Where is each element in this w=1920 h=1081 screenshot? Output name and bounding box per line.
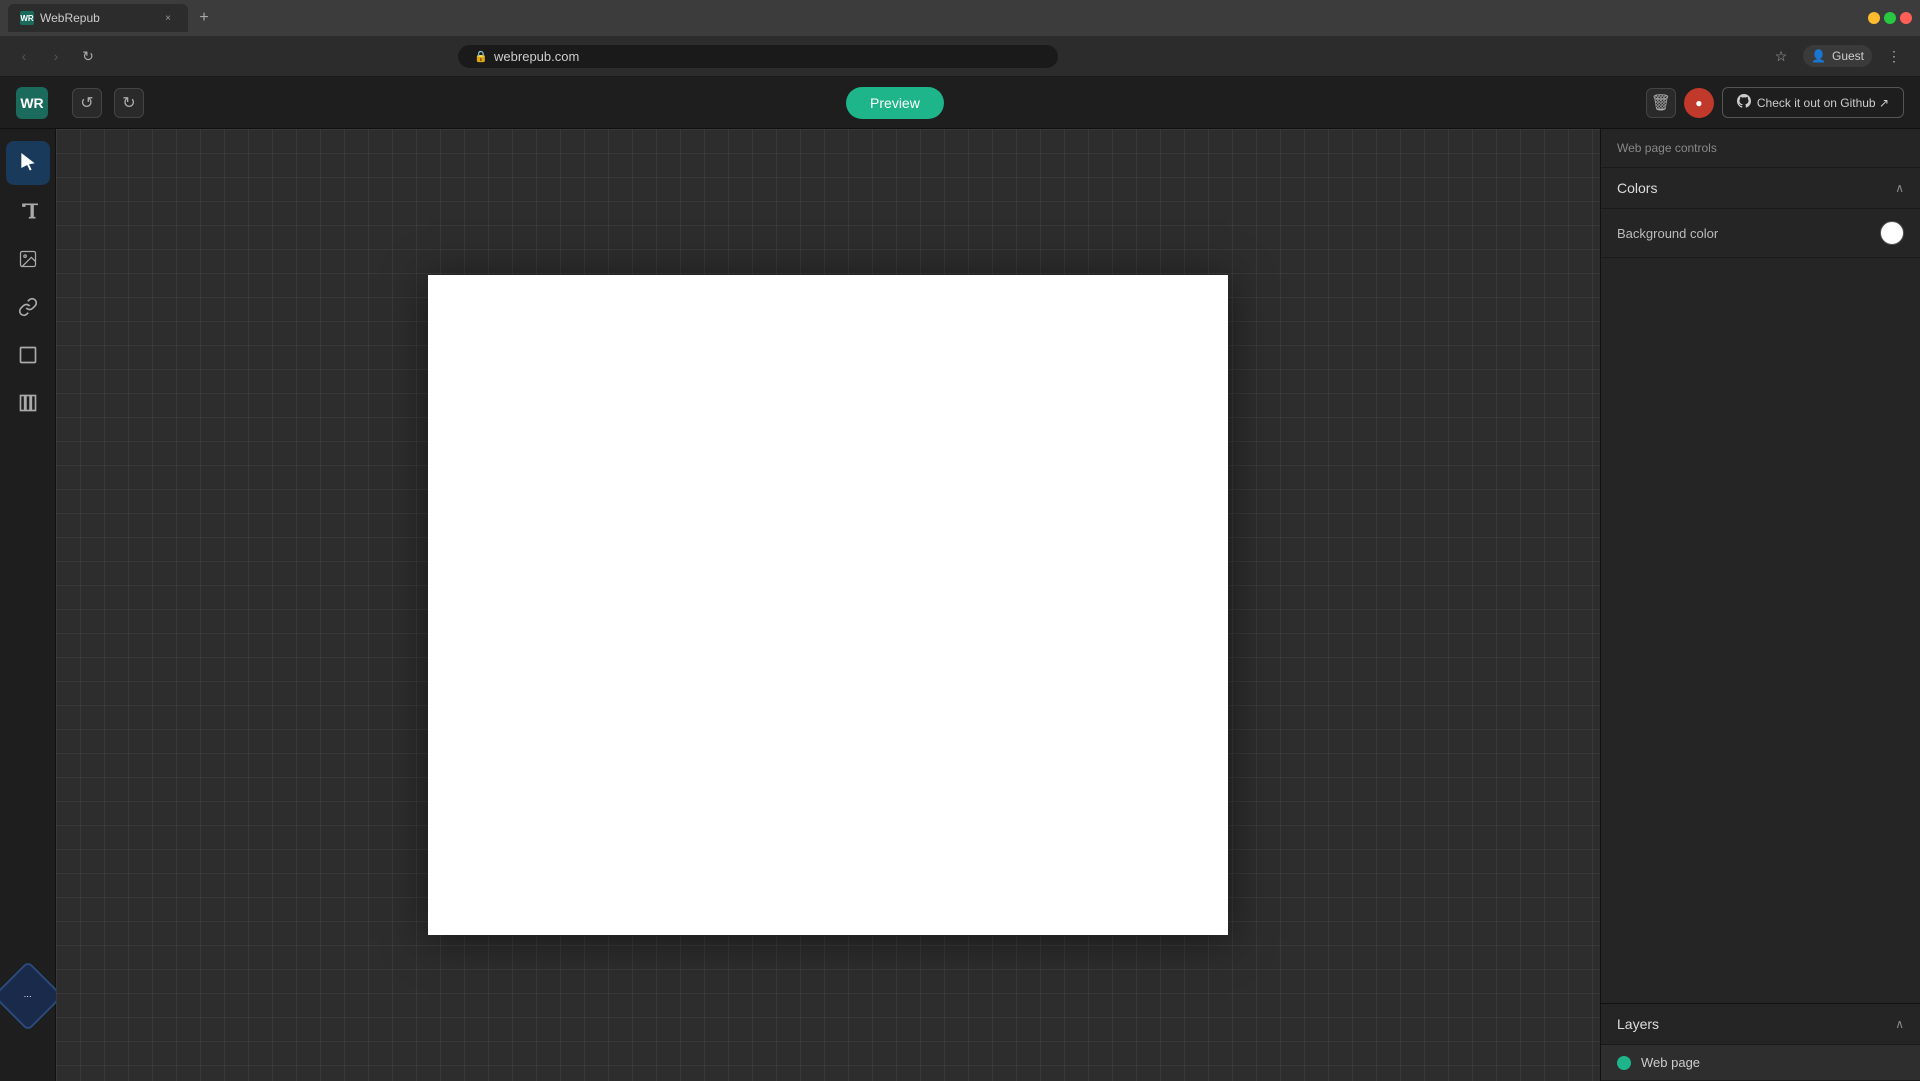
new-tab-button[interactable]: + <box>190 4 218 32</box>
background-color-label: Background color <box>1617 226 1718 241</box>
redo-button[interactable]: ↻ <box>114 88 144 118</box>
floating-tool-icon: ⋯ <box>24 992 32 1001</box>
layers-collapse-button[interactable]: ∧ <box>1895 1017 1904 1031</box>
web-page-controls-label: Web page controls <box>1617 141 1717 155</box>
web-page-controls-section: Web page controls <box>1601 129 1920 168</box>
grid-icon <box>18 393 38 413</box>
github-icon <box>1737 94 1751 111</box>
nav-refresh-button[interactable]: ↻ <box>76 44 100 68</box>
settings-button[interactable]: ● <box>1684 88 1714 118</box>
tool-text[interactable] <box>6 189 50 233</box>
tool-link[interactable] <box>6 285 50 329</box>
floating-tool-button[interactable]: ⋯ <box>0 961 63 1032</box>
colors-title: Colors <box>1617 180 1657 196</box>
toolbar-right: 🗑 ● Check it out on Github ↗ <box>1646 87 1904 118</box>
browser-tab-active[interactable]: WR WebRepub × <box>8 4 188 32</box>
cursor-icon <box>18 153 38 173</box>
layer-item-webpage[interactable]: Web page <box>1601 1045 1920 1081</box>
browser-menu-button[interactable]: ⋮ <box>1880 42 1908 70</box>
image-icon <box>18 249 38 269</box>
background-color-row: Background color <box>1601 209 1920 258</box>
tab-close-button[interactable]: × <box>160 10 176 26</box>
browser-titlebar: WR WebRepub × + <box>0 0 1920 36</box>
layer-visibility-icon <box>1617 1056 1631 1070</box>
bookmarks-button[interactable]: ☆ <box>1767 42 1795 70</box>
rect-icon <box>18 345 38 365</box>
address-bar-text: webrepub.com <box>494 49 579 64</box>
github-label: Check it out on Github ↗ <box>1757 96 1889 110</box>
profile-icon: 👤 <box>1811 49 1826 63</box>
left-toolbar: ⋯ <box>0 129 56 1081</box>
app-container: WR ↺ ↻ Preview 🗑 ● Check it out on Githu… <box>0 77 1920 1081</box>
trash-icon: 🗑 <box>1651 93 1671 113</box>
colors-header: Colors ∧ <box>1601 168 1920 209</box>
layers-header: Layers ∧ <box>1601 1004 1920 1045</box>
browser-tabs: WR WebRepub × + <box>8 4 218 32</box>
profile-button[interactable]: 👤 Guest <box>1803 45 1872 67</box>
tool-cursor[interactable] <box>6 141 50 185</box>
nav-forward-button[interactable]: › <box>44 44 68 68</box>
tab-favicon: WR <box>20 11 34 25</box>
address-bar[interactable]: 🔒 webrepub.com <box>458 45 1058 68</box>
logo-icon: WR <box>16 87 48 119</box>
delete-button[interactable]: 🗑 <box>1646 88 1676 118</box>
tool-image[interactable] <box>6 237 50 281</box>
nav-back-button[interactable]: ‹ <box>12 44 36 68</box>
window-minimize-button[interactable] <box>1868 12 1880 24</box>
browser-chrome: WR WebRepub × + ‹ › ↻ 🔒 webrepub.com ☆ 👤… <box>0 0 1920 77</box>
toolbar-center: Preview <box>156 87 1634 119</box>
layers-section: Layers ∧ Web page <box>1601 1003 1920 1081</box>
main-content: ⋯ Web page controls Colors ∧ Backgrou <box>0 129 1920 1081</box>
canvas-area[interactable] <box>56 129 1600 1081</box>
preview-button[interactable]: Preview <box>846 87 944 119</box>
layer-name: Web page <box>1641 1055 1700 1070</box>
window-close-button[interactable] <box>1900 12 1912 24</box>
profile-label: Guest <box>1832 49 1864 63</box>
right-panel: Web page controls Colors ∧ Background co… <box>1600 129 1920 1081</box>
colors-collapse-button[interactable]: ∧ <box>1895 181 1904 195</box>
text-icon <box>18 201 38 221</box>
browser-addressbar: ‹ › ↻ 🔒 webrepub.com ☆ 👤 Guest ⋮ <box>0 36 1920 76</box>
tab-title: WebRepub <box>40 11 154 25</box>
app-logo: WR <box>16 87 48 119</box>
layers-title: Layers <box>1617 1016 1659 1032</box>
canvas-page <box>428 275 1228 935</box>
tool-grid[interactable] <box>6 381 50 425</box>
lock-icon: 🔒 <box>474 50 488 63</box>
panel-spacer <box>1601 258 1920 1003</box>
github-button[interactable]: Check it out on Github ↗ <box>1722 87 1904 118</box>
colors-section: Colors ∧ Background color <box>1601 168 1920 258</box>
background-color-swatch[interactable] <box>1880 221 1904 245</box>
settings-circle-icon: ● <box>1695 96 1702 110</box>
link-icon <box>18 297 38 317</box>
window-maximize-button[interactable] <box>1884 12 1896 24</box>
browser-right-controls: ☆ 👤 Guest ⋮ <box>1767 42 1908 70</box>
browser-window-controls <box>1868 12 1912 24</box>
undo-button[interactable]: ↺ <box>72 88 102 118</box>
app-toolbar: WR ↺ ↻ Preview 🗑 ● Check it out on Githu… <box>0 77 1920 129</box>
tool-rect[interactable] <box>6 333 50 377</box>
